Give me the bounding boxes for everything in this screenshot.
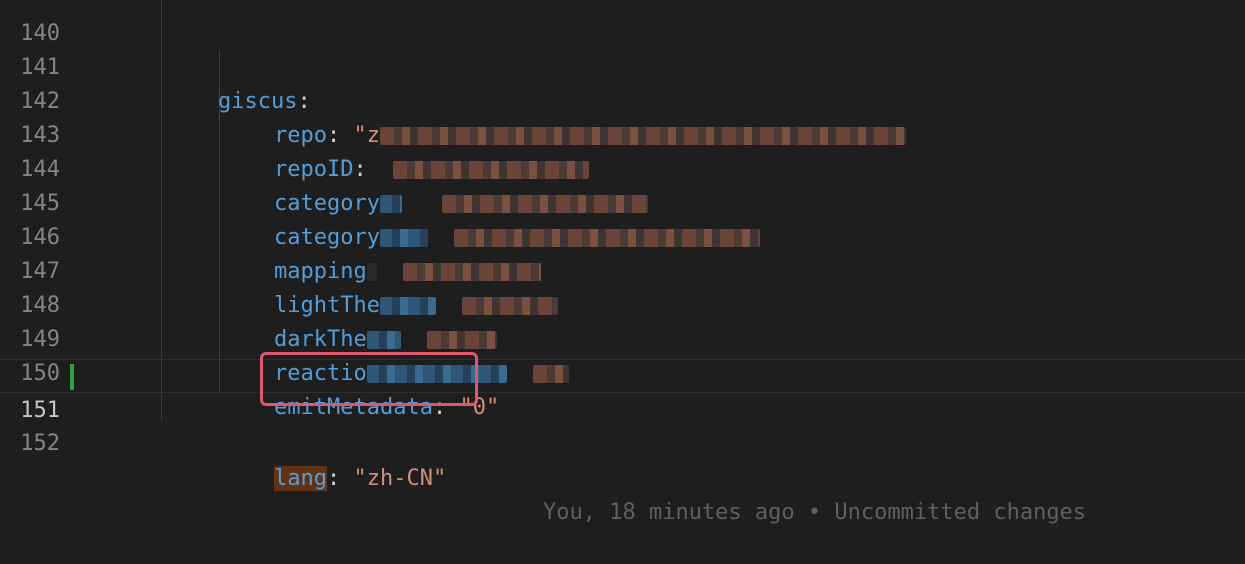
yaml-key: lang bbox=[274, 466, 327, 491]
code-line[interactable]: 152 bbox=[0, 393, 1245, 456]
code-line[interactable]: 142 repo: "z bbox=[0, 51, 1245, 148]
code-line[interactable]: 148 darkThe bbox=[0, 255, 1245, 352]
code-editor[interactable]: 140 141 giscus: 142 repo: "z 143 repoID:… bbox=[0, 0, 1245, 525]
code-line[interactable]: 140 bbox=[0, 0, 1245, 46]
code-line-current[interactable]: 151 lang: "zh-CN" You, 18 minutes ago • … bbox=[0, 359, 1245, 525]
code-line[interactable]: 144 category bbox=[0, 119, 1245, 216]
code-line[interactable]: 143 repoID: bbox=[0, 85, 1245, 182]
annotation-highlight-box bbox=[260, 352, 478, 406]
yaml-value: "zh-CN" bbox=[353, 466, 447, 491]
git-blame-annotation: You, 18 minutes ago • Uncommitted change… bbox=[543, 500, 1087, 525]
code-line[interactable]: 147 lightThe bbox=[0, 221, 1245, 318]
code-line[interactable]: 146 mapping bbox=[0, 187, 1245, 284]
code-line[interactable]: 141 giscus: bbox=[0, 17, 1245, 114]
code-line[interactable]: 149 reactio bbox=[0, 289, 1245, 386]
code-line[interactable]: 150 emitMetadata: "0" bbox=[0, 323, 1245, 420]
line-number: 152 bbox=[20, 431, 60, 456]
git-added-indicator bbox=[70, 364, 74, 390]
code-line[interactable]: 145 category bbox=[0, 153, 1245, 250]
